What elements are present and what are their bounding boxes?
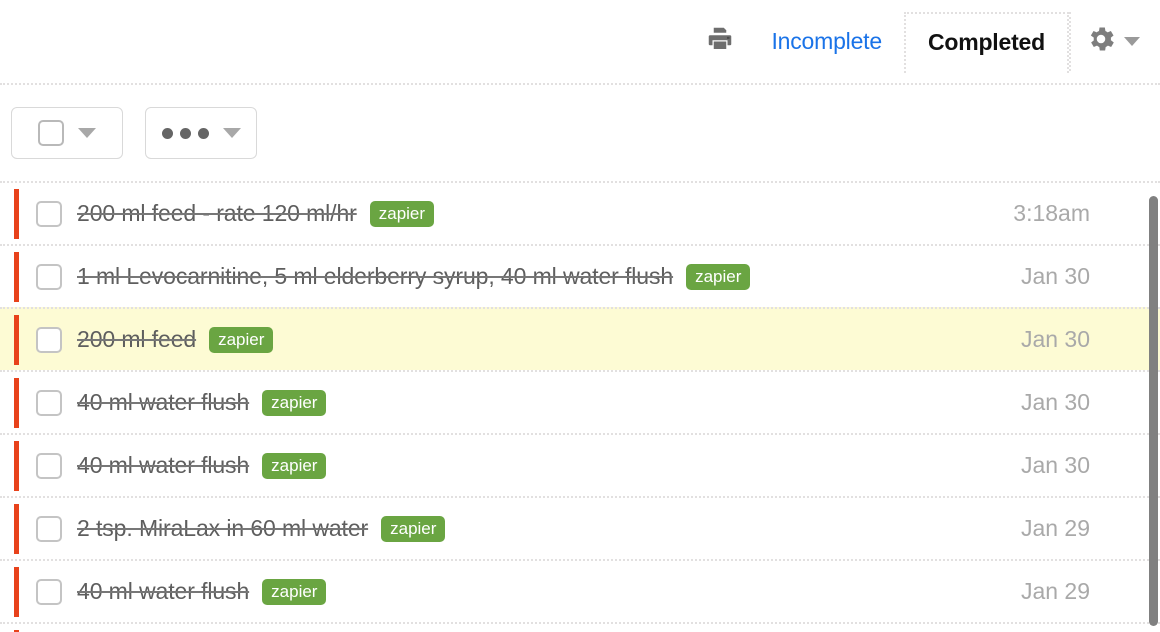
tab-completed-label: Completed xyxy=(927,29,1045,55)
task-title: 40 ml water flush xyxy=(77,389,250,415)
task-tag[interactable]: zapier xyxy=(369,200,435,227)
task-title: 1 ml Levocarnitine, 5 ml elderberry syru… xyxy=(77,263,674,289)
task-checkbox[interactable] xyxy=(36,515,62,542)
task-checkbox[interactable] xyxy=(36,263,62,290)
task-title: 200 ml feed - rate 120 ml/hr xyxy=(77,200,357,226)
task-checkbox[interactable] xyxy=(36,389,62,416)
checkbox-icon xyxy=(38,120,64,146)
priority-bar xyxy=(14,567,19,617)
table-row[interactable]: 200 ml feed zapier Jan 30 xyxy=(0,307,1160,370)
priority-bar xyxy=(14,252,19,302)
task-tag[interactable]: zapier xyxy=(381,515,446,542)
task-title: 2 tsp. MiraLax in 60 ml water xyxy=(77,515,369,541)
table-row[interactable]: 200 ml feed - rate 120 ml/hr zapier 3:18… xyxy=(0,181,1160,244)
chevron-down-icon xyxy=(222,128,241,138)
page-header: Incomplete Completed xyxy=(0,0,1160,85)
task-date: Jan 30 xyxy=(1020,326,1090,352)
task-checkbox[interactable] xyxy=(36,578,62,605)
tab-incomplete[interactable]: Incomplete xyxy=(749,12,904,71)
task-tag[interactable]: zapier xyxy=(262,452,327,479)
task-tag[interactable]: zapier xyxy=(686,263,751,290)
priority-bar xyxy=(14,378,19,428)
task-date: Jan 29 xyxy=(1020,515,1090,541)
task-checkbox[interactable] xyxy=(36,326,62,353)
priority-bar xyxy=(14,504,19,554)
priority-bar xyxy=(14,189,19,239)
task-title: 40 ml water flush xyxy=(77,452,250,478)
task-list: 200 ml feed - rate 120 ml/hr zapier 3:18… xyxy=(0,181,1160,632)
table-row[interactable]: 2 tsp. MiraLax in 60 ml water zapier Jan… xyxy=(0,496,1160,559)
print-button[interactable] xyxy=(691,12,749,71)
task-tag[interactable]: zapier xyxy=(262,578,327,605)
printer-icon xyxy=(705,24,735,59)
table-row[interactable]: 40 ml water flush zapier Jan 30 xyxy=(0,370,1160,433)
priority-bar xyxy=(14,441,19,491)
more-actions-dropdown[interactable] xyxy=(145,107,257,159)
list-toolbar xyxy=(0,85,1160,181)
task-checkbox[interactable] xyxy=(36,452,62,479)
scrollbar-thumb[interactable] xyxy=(1149,196,1158,626)
list-scrollbar[interactable] xyxy=(1146,190,1160,632)
gear-icon xyxy=(1085,23,1117,60)
task-date: Jan 30 xyxy=(1020,389,1090,415)
ellipsis-icon xyxy=(161,127,209,139)
priority-bar xyxy=(14,315,19,365)
task-date: Jan 29 xyxy=(1020,578,1090,604)
task-date: 3:18am xyxy=(1013,200,1090,226)
tab-incomplete-label: Incomplete xyxy=(771,28,882,54)
chevron-down-icon xyxy=(1124,37,1140,46)
task-title: 40 ml water flush xyxy=(77,578,250,604)
task-tag[interactable]: zapier xyxy=(262,389,327,416)
task-date: Jan 30 xyxy=(1020,452,1090,478)
select-all-dropdown[interactable] xyxy=(11,107,123,159)
table-row[interactable]: 1 ml Levocarnitine, 5 ml elderberry syru… xyxy=(0,244,1160,307)
header-actions: Incomplete Completed xyxy=(691,12,1160,73)
task-title: 200 ml feed xyxy=(77,326,197,352)
task-date: Jan 30 xyxy=(1020,263,1090,289)
settings-button[interactable] xyxy=(1069,12,1152,71)
task-checkbox[interactable] xyxy=(36,200,62,227)
table-row[interactable]: 40 ml water flush zapier Jan 30 xyxy=(0,433,1160,496)
tab-completed[interactable]: Completed xyxy=(903,12,1069,73)
table-row-partial[interactable] xyxy=(0,622,1160,632)
table-row[interactable]: 40 ml water flush zapier Jan 29 xyxy=(0,559,1160,622)
task-tag[interactable]: zapier xyxy=(209,326,274,353)
chevron-down-icon xyxy=(78,128,96,138)
